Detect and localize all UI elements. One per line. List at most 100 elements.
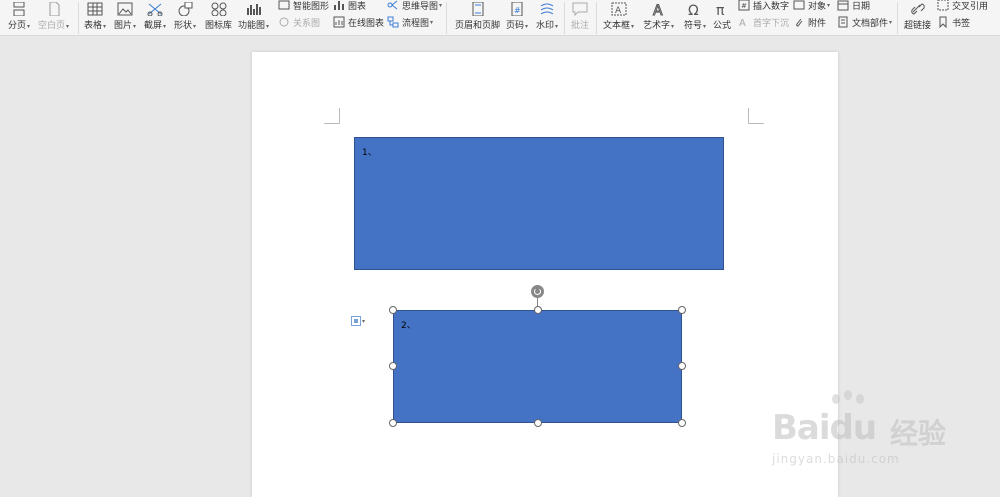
doc-parts-label: 文档部件 bbox=[852, 18, 889, 29]
resize-handle-top-right[interactable] bbox=[678, 306, 686, 314]
table-label: 表格 bbox=[84, 21, 103, 31]
comment-icon bbox=[571, 0, 589, 16]
margin-corner-top-left bbox=[324, 108, 340, 124]
svg-text:A: A bbox=[653, 3, 663, 16]
svg-text:#: # bbox=[514, 6, 521, 15]
text-box-icon: A bbox=[610, 0, 628, 16]
blank-page-label: 空白页 bbox=[38, 21, 66, 31]
object-icon bbox=[793, 0, 805, 11]
shapes-button[interactable]: 形状▾ bbox=[174, 0, 196, 31]
attachment-label: 附件 bbox=[808, 18, 827, 29]
watermark-url: jingyan.baidu.com bbox=[772, 452, 900, 466]
cross-ref-icon bbox=[937, 0, 949, 11]
bookmark-button[interactable]: 书签 bbox=[937, 15, 970, 29]
text-box-button[interactable]: A 文本框▾ bbox=[603, 0, 634, 31]
table-button[interactable]: 表格▾ bbox=[84, 0, 106, 31]
picture-label: 图片 bbox=[114, 21, 133, 31]
screenshot-button[interactable]: 截屏▾ bbox=[144, 0, 166, 31]
bookmark-icon bbox=[937, 16, 949, 28]
doc-parts-button[interactable]: 文档部件 ▾ bbox=[837, 15, 892, 29]
date-button[interactable]: 日期 bbox=[837, 0, 870, 12]
table-icon bbox=[86, 0, 104, 16]
attachment-button[interactable]: 附件 bbox=[793, 15, 826, 29]
hyperlink-button[interactable]: 超链接 bbox=[904, 0, 931, 31]
insert-number-button[interactable]: # 插入数字 bbox=[738, 0, 789, 12]
rotate-handle-icon[interactable] bbox=[531, 285, 544, 298]
resize-handle-bottom[interactable] bbox=[534, 419, 542, 427]
watermark-cn: 经验 bbox=[890, 417, 947, 450]
relation-chart-button[interactable]: 关系图 bbox=[278, 15, 320, 29]
separator bbox=[897, 2, 898, 34]
picture-button[interactable]: 图片▾ bbox=[114, 0, 136, 31]
insert-number-icon: # bbox=[738, 0, 750, 11]
smart-graphic-label: 智能图形 bbox=[293, 1, 330, 12]
watermark-brand: Baidu bbox=[772, 408, 877, 448]
flow-chart-icon bbox=[387, 16, 399, 28]
ribbon-toolbar: 分页▾ 空白页▾ 表格▾ 图片▾ 截屏▾ 形状▾ 图标库 功能图▾ 智能图形 关… bbox=[0, 0, 1000, 36]
resize-handle-right[interactable] bbox=[678, 362, 686, 370]
formula-button[interactable]: π 公式 bbox=[713, 0, 731, 31]
header-footer-icon bbox=[469, 0, 487, 16]
function-chart-icon bbox=[245, 0, 263, 16]
mind-map-button[interactable]: 思维导图 ▾ bbox=[387, 0, 442, 12]
header-footer-label: 页眉和页脚 bbox=[455, 21, 501, 31]
mind-map-label: 思维导图 bbox=[402, 1, 439, 12]
svg-text:A: A bbox=[739, 18, 746, 28]
word-art-label: 艺术字 bbox=[643, 21, 671, 31]
comment-button[interactable]: 批注 bbox=[571, 0, 589, 31]
scissors-icon bbox=[146, 0, 164, 16]
relation-chart-icon bbox=[278, 16, 290, 28]
flow-chart-button[interactable]: 流程图 ▾ bbox=[387, 15, 433, 29]
flow-chart-label: 流程图 bbox=[402, 18, 430, 29]
blank-page-icon bbox=[45, 0, 63, 16]
object-button[interactable]: 对象 ▾ bbox=[793, 0, 830, 12]
document-page[interactable]: 1、 2、 ▾ bbox=[252, 52, 838, 497]
chart-button[interactable]: 图表 bbox=[333, 0, 366, 12]
resize-handle-bottom-left[interactable] bbox=[389, 419, 397, 427]
svg-text:Ω: Ω bbox=[688, 3, 699, 16]
resize-handle-top[interactable] bbox=[534, 306, 542, 314]
page-number-button[interactable]: # 页码▾ bbox=[506, 0, 528, 31]
function-chart-button[interactable]: 功能图▾ bbox=[238, 0, 269, 31]
resize-handle-bottom-right[interactable] bbox=[678, 419, 686, 427]
link-icon bbox=[909, 0, 927, 16]
word-art-icon: A bbox=[650, 0, 668, 17]
cross-ref-label: 交叉引用 bbox=[952, 1, 989, 12]
separator bbox=[596, 2, 597, 34]
resize-handle-left[interactable] bbox=[389, 362, 397, 370]
shape-1-text[interactable]: 1、 bbox=[362, 145, 377, 158]
watermark-button[interactable]: 水印▾ bbox=[536, 0, 558, 31]
layout-options-button[interactable]: ▾ bbox=[351, 316, 365, 326]
svg-text:A: A bbox=[615, 6, 622, 16]
screenshot-label: 截屏 bbox=[144, 21, 163, 31]
cross-ref-button[interactable]: 交叉引用 bbox=[937, 0, 988, 12]
shape-2-text[interactable]: 2、 bbox=[401, 318, 416, 331]
bookmark-label: 书签 bbox=[952, 18, 971, 29]
watermark-label: 水印 bbox=[536, 21, 555, 31]
header-footer-button[interactable]: 页眉和页脚 bbox=[455, 0, 500, 31]
symbol-button[interactable]: Ω 符号▾ bbox=[684, 0, 706, 31]
mind-map-icon bbox=[387, 0, 399, 11]
chart-icon bbox=[333, 0, 345, 11]
page-break-label: 分页 bbox=[8, 21, 27, 31]
blank-page-button[interactable]: 空白页▾ bbox=[38, 0, 69, 31]
shapes-label: 形状 bbox=[174, 21, 193, 31]
online-chart-button[interactable]: 在线图表 bbox=[333, 15, 384, 29]
icon-library-button[interactable]: 图标库 bbox=[205, 0, 232, 31]
page-number-icon: # bbox=[508, 0, 526, 16]
doc-parts-icon bbox=[837, 16, 849, 28]
rectangle-shape-2[interactable]: 2、 bbox=[393, 310, 682, 423]
page-break-button[interactable]: 分页▾ bbox=[8, 0, 30, 31]
separator bbox=[78, 2, 79, 34]
word-art-button[interactable]: A 艺术字▾ bbox=[643, 0, 674, 32]
date-label: 日期 bbox=[852, 1, 871, 12]
shapes-icon bbox=[176, 0, 194, 16]
chevron-down-icon: ▾ bbox=[362, 317, 366, 325]
paperclip-icon bbox=[793, 16, 805, 28]
svg-text:#: # bbox=[741, 2, 747, 10]
rectangle-shape-1[interactable]: 1、 bbox=[354, 137, 724, 270]
smart-graphic-button[interactable]: 智能图形 bbox=[278, 0, 329, 12]
hyperlink-label: 超链接 bbox=[904, 21, 932, 31]
drop-cap-button[interactable]: A 首字下沉 bbox=[738, 15, 789, 29]
resize-handle-top-left[interactable] bbox=[389, 306, 397, 314]
